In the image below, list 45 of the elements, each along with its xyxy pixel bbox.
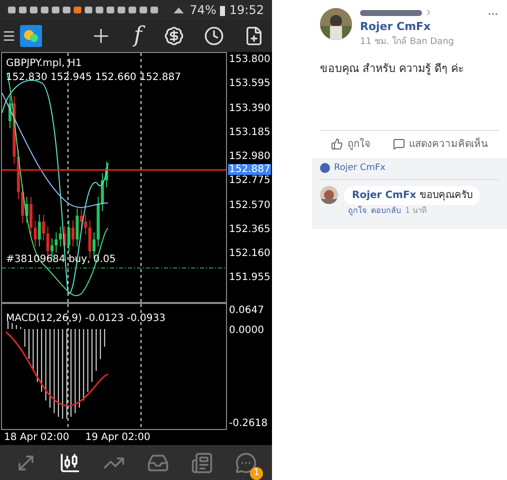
thumbs-up-icon: [331, 138, 344, 150]
post-text: ขอบคุณ สำหรับ ความรู้ ดีๆ ค่ะ: [320, 61, 465, 77]
like-button[interactable]: ถูกใจ: [331, 136, 370, 152]
signal-icon: [172, 5, 186, 15]
new-file-icon[interactable]: [244, 26, 264, 46]
battery-icon: [220, 4, 226, 16]
current-price-tag: 152.887: [228, 164, 272, 175]
battery-percent: 74%: [190, 2, 216, 19]
price-tick: 153.185: [229, 126, 272, 139]
reply-action: 1 นาที: [405, 205, 427, 217]
clock-time: 19:52: [229, 2, 264, 19]
price-tick: 152.160: [229, 248, 272, 260]
dollar-icon[interactable]: [164, 26, 184, 46]
chart-icon[interactable]: [59, 452, 81, 474]
macd-tick: 0.0647: [229, 304, 264, 318]
macd-tick: 0.0000: [229, 324, 264, 338]
news-icon[interactable]: [191, 452, 213, 474]
comment-button[interactable]: แสดงความคิดเห็น: [392, 136, 488, 152]
macd-title: MACD(12,26,9) -0.0123 -0.0933: [5, 313, 166, 324]
price-tick: 151.955: [229, 272, 272, 284]
reply-action[interactable]: ถูกใจ: [348, 205, 367, 217]
price-tick: 153.800: [229, 54, 272, 66]
reply-author[interactable]: Rojer CmFx: [352, 190, 416, 201]
post-meta: 11 ชม. ใกล้ Ban Dang: [360, 36, 456, 48]
price-tick: 153.390: [229, 102, 272, 114]
post-target-name[interactable]: Rojer CmFx: [360, 19, 431, 36]
liked-by[interactable]: Rojer CmFx: [334, 162, 386, 175]
time-label: 19 Apr 02:00: [85, 431, 150, 445]
time-label: 18 Apr 02:00: [4, 431, 70, 445]
price-tick: 152.775: [229, 175, 272, 188]
symbol-label: GBPJPY.mpl, H1: [6, 57, 83, 71]
price-tick: 152.365: [229, 224, 272, 236]
clock-icon[interactable]: [204, 26, 224, 46]
like-reaction-icon: [320, 163, 330, 174]
price-tick: 152.980: [229, 151, 272, 163]
price-tick: 153.595: [229, 78, 272, 90]
reply-text: ขอบคุณครับ: [419, 190, 472, 201]
macd-tick: -0.2618: [229, 417, 268, 431]
notification-badge: 1: [250, 466, 263, 480]
redacted-name-scribble: [360, 8, 422, 16]
chat-icon[interactable]: [235, 452, 257, 474]
menu-icon[interactable]: [2, 29, 16, 43]
reply-action[interactable]: ตอบกลับ: [371, 205, 401, 217]
speech-bubble-icon: [392, 138, 405, 150]
price-tick: 152.570: [229, 200, 272, 212]
